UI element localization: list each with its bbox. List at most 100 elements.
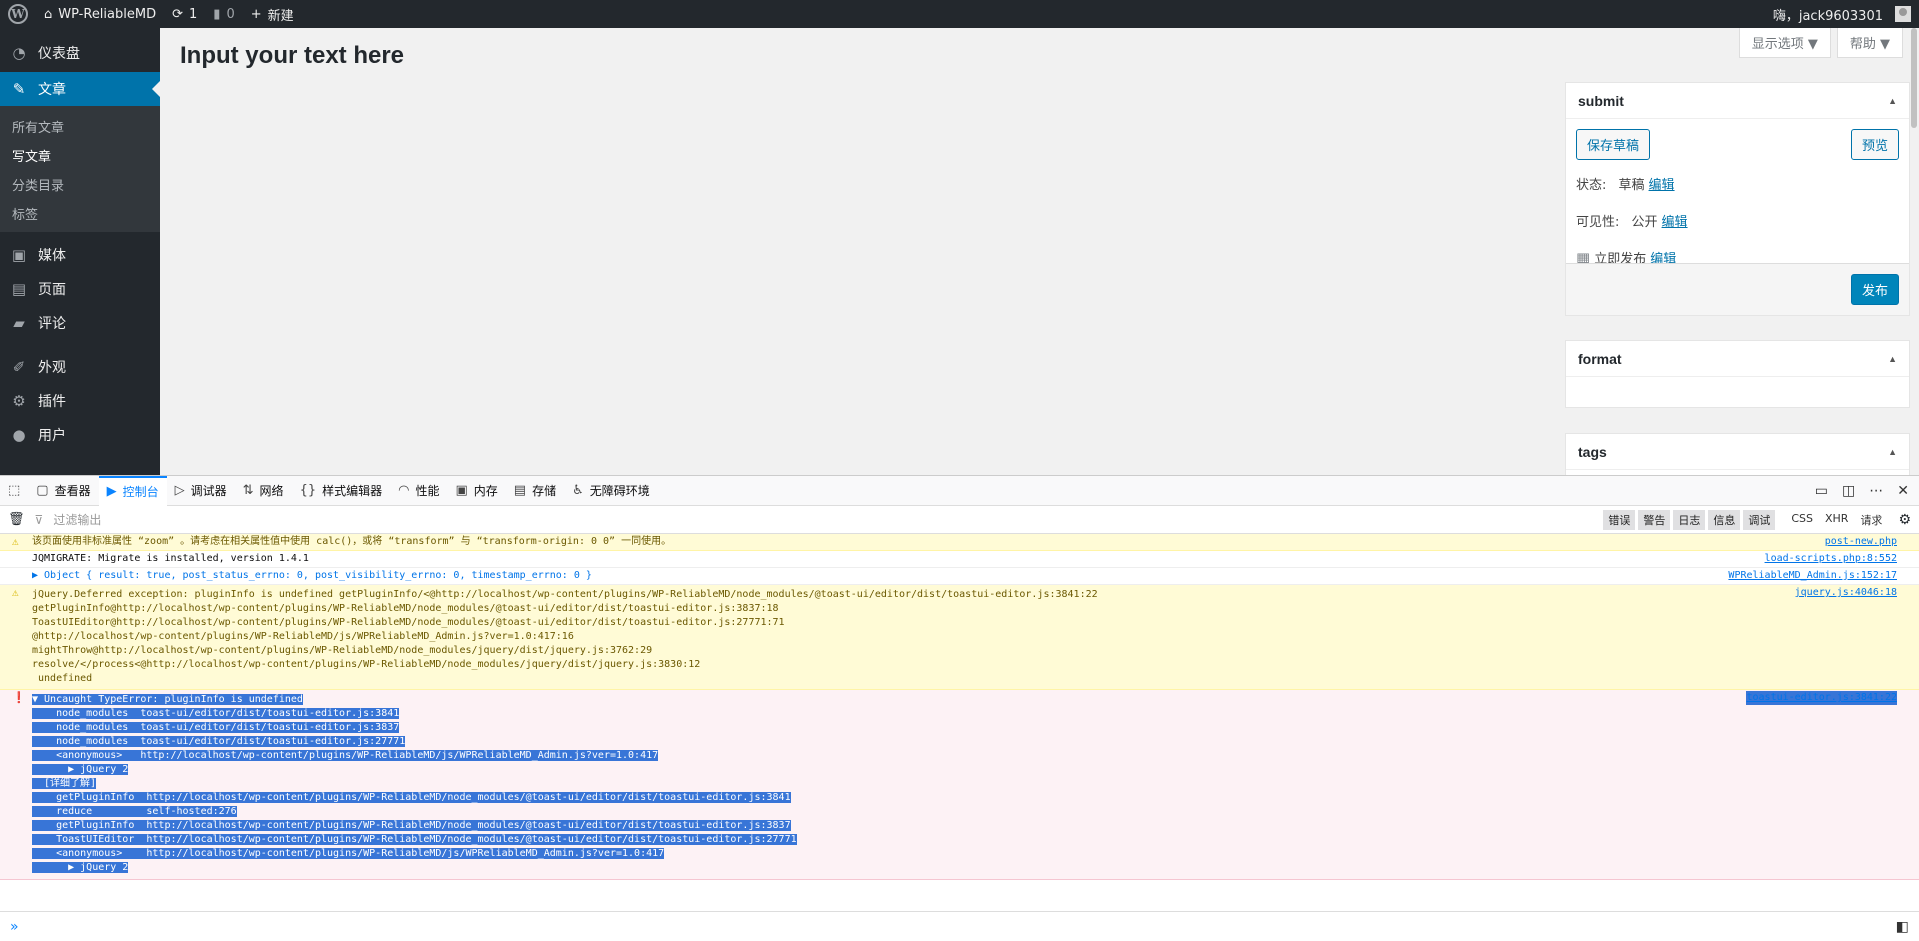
tab-performance[interactable]: ◠ 性能 <box>390 476 447 506</box>
menu-media[interactable]: ▣ 媒体 <box>0 238 160 272</box>
submenu-tags[interactable]: 标签 <box>0 199 160 228</box>
network-icon: ⇅ <box>242 483 254 498</box>
filter-output-input[interactable]: 过滤输出 <box>53 511 1593 528</box>
tab-console[interactable]: ▶ 控制台 <box>98 475 167 506</box>
filter-errors-button[interactable]: 错误 <box>1603 509 1636 530</box>
filter-info-button[interactable]: 信息 <box>1708 509 1741 530</box>
message-source-link[interactable]: load-scripts.php:8:552 <box>1765 552 1897 566</box>
menu-label: 外观 <box>38 360 66 376</box>
menu-appearance[interactable]: ✐ 外观 <box>0 350 160 384</box>
menu-posts[interactable]: ✎ 文章 <box>0 72 160 106</box>
tab-network[interactable]: ⇅ 网络 <box>235 476 292 506</box>
posts-submenu: 所有文章 写文章 分类目录 标签 <box>0 106 160 232</box>
edit-status-link[interactable]: 编辑 <box>1649 174 1675 193</box>
tab-style-editor[interactable]: {} 样式编辑器 <box>292 476 391 506</box>
menu-comments[interactable]: ▰ 评论 <box>0 306 160 340</box>
filter-requests-button[interactable]: 请求 <box>1860 512 1882 528</box>
chip-icon: ▣ <box>455 483 468 498</box>
filter-xhr-button[interactable]: XHR <box>1825 512 1848 528</box>
refresh-icon: ⟳ <box>172 6 183 22</box>
dock-side-icon[interactable]: ◫ <box>1842 483 1855 499</box>
tags-box-title: tags <box>1578 443 1607 460</box>
warning-icon: ⚠ <box>12 586 19 599</box>
tab-memory[interactable]: ▣ 内存 <box>447 476 505 506</box>
tab-storage[interactable]: ▤ 存储 <box>506 476 564 506</box>
console-output: ⚠ 该页面使用非标准属性 “zoom” 。请考虑在相关属性值中使用 calc()，… <box>0 534 1919 880</box>
menu-dashboard[interactable]: ◔ 仪表盘 <box>0 36 160 70</box>
screen-options-button[interactable]: 显示选项 ▼ <box>1738 28 1831 58</box>
warning-icon: ⚠ <box>12 535 19 548</box>
visibility-value: 公开 <box>1631 215 1658 230</box>
comments-link[interactable]: ▮ 0 <box>205 0 242 28</box>
site-name: WP-ReliableMD <box>58 6 157 22</box>
status-value: 草稿 <box>1618 178 1645 193</box>
filter-logs-button[interactable]: 日志 <box>1673 509 1706 530</box>
menu-label: 页面 <box>38 282 66 298</box>
comments-count: 0 <box>226 6 235 22</box>
tab-label: 控制台 <box>122 485 159 499</box>
new-label: 新建 <box>267 8 294 24</box>
updates-link[interactable]: ⟳ 1 <box>164 0 205 28</box>
message-source-link[interactable]: jquery.js:4046:18 <box>1795 586 1897 600</box>
picker-icon: ⬚ <box>8 483 21 498</box>
debugger-icon: ▷ <box>174 483 185 498</box>
menu-pages[interactable]: ▤ 页面 <box>0 272 160 306</box>
close-icon[interactable]: ✕ <box>1897 483 1909 499</box>
publish-button[interactable]: 发布 <box>1850 274 1899 305</box>
wp-logo-menu[interactable]: W <box>0 0 36 28</box>
updates-count: 1 <box>189 6 198 22</box>
submenu-all-posts[interactable]: 所有文章 <box>0 112 160 141</box>
status-label: 状态: <box>1576 178 1607 193</box>
collapse-arrow-icon[interactable]: ▲ <box>1888 354 1897 364</box>
tab-label: 查看器 <box>54 484 91 498</box>
submenu-categories[interactable]: 分类目录 <box>0 170 160 199</box>
page-title: Input your text here <box>180 42 405 69</box>
message-source-link[interactable]: toastui-editor.js:3841:22 <box>1746 691 1897 705</box>
filter-warnings-button[interactable]: 警告 <box>1638 509 1671 530</box>
filter-debug-button[interactable]: 调试 <box>1743 509 1776 530</box>
help-button[interactable]: 帮助 ▼ <box>1836 28 1903 58</box>
more-options-icon[interactable]: ⋯ <box>1869 483 1883 499</box>
collapse-arrow-icon[interactable]: ▲ <box>1888 96 1897 106</box>
message-text: JQMIGRATE: Migrate is installed, version… <box>32 553 309 564</box>
tab-inspector[interactable]: ▢ 查看器 <box>28 476 98 506</box>
dashboard-icon: ◔ <box>12 44 26 62</box>
console-input[interactable]: » ◧ <box>0 911 1919 941</box>
site-name-link[interactable]: ⌂ WP-ReliableMD <box>36 0 164 28</box>
settings-gear-icon[interactable]: ⚙ <box>1898 512 1919 528</box>
menu-users[interactable]: ● 用户 <box>0 418 160 452</box>
tab-accessibility[interactable]: ♿ 无障碍环境 <box>564 476 658 506</box>
editor-mode-icon[interactable]: ◧ <box>1896 919 1909 935</box>
admin-bar: W ⌂ WP-ReliableMD ⟳ 1 ▮ 0 + 新建 嗨，jack9603301 <box>0 0 1919 28</box>
tags-box: tags ▲ <box>1565 433 1910 475</box>
page-scrollbar[interactable] <box>1911 28 1917 128</box>
edit-visibility-link[interactable]: 编辑 <box>1662 211 1688 230</box>
message-text: ▼ Uncaught TypeError: pluginInfo is unde… <box>32 694 797 873</box>
trash-icon[interactable]: 🗑 <box>8 512 25 527</box>
split-console-icon[interactable]: ▭ <box>1815 483 1828 499</box>
tab-debugger[interactable]: ▷ 调试器 <box>167 476 235 506</box>
collapse-arrow-icon[interactable]: ▲ <box>1888 447 1897 457</box>
menu-label: 文章 <box>38 82 66 98</box>
my-account-link[interactable]: 嗨，jack9603301 <box>1765 0 1919 28</box>
gauge-icon: ◠ <box>398 483 410 498</box>
new-content-link[interactable]: + 新建 <box>243 0 302 28</box>
save-draft-button[interactable]: 保存草稿 <box>1576 129 1651 160</box>
plugin-icon: ⚙ <box>12 392 26 410</box>
comment-icon: ▰ <box>13 314 25 332</box>
accessibility-icon: ♿ <box>572 483 584 498</box>
comment-bubble-icon: ▮ <box>213 6 221 22</box>
element-picker-button[interactable]: ⬚ <box>0 476 28 506</box>
console-message-object[interactable]: ▶ Object { result: true, post_status_err… <box>0 568 1919 585</box>
filter-css-button[interactable]: CSS <box>1791 512 1813 528</box>
message-source-link[interactable]: post-new.php <box>1825 535 1897 549</box>
menu-plugins[interactable]: ⚙ 插件 <box>0 384 160 418</box>
submenu-add-new[interactable]: 写文章 <box>0 141 160 170</box>
message-source-link[interactable]: WPReliableMD_Admin.js:152:17 <box>1728 569 1897 583</box>
brush-icon: ✐ <box>12 358 26 376</box>
tab-label: 性能 <box>415 484 440 498</box>
braces-icon: {} <box>299 483 317 498</box>
menu-label: 用户 <box>38 428 66 444</box>
preview-button[interactable]: 预览 <box>1850 129 1899 160</box>
menu-label: 媒体 <box>38 248 66 264</box>
